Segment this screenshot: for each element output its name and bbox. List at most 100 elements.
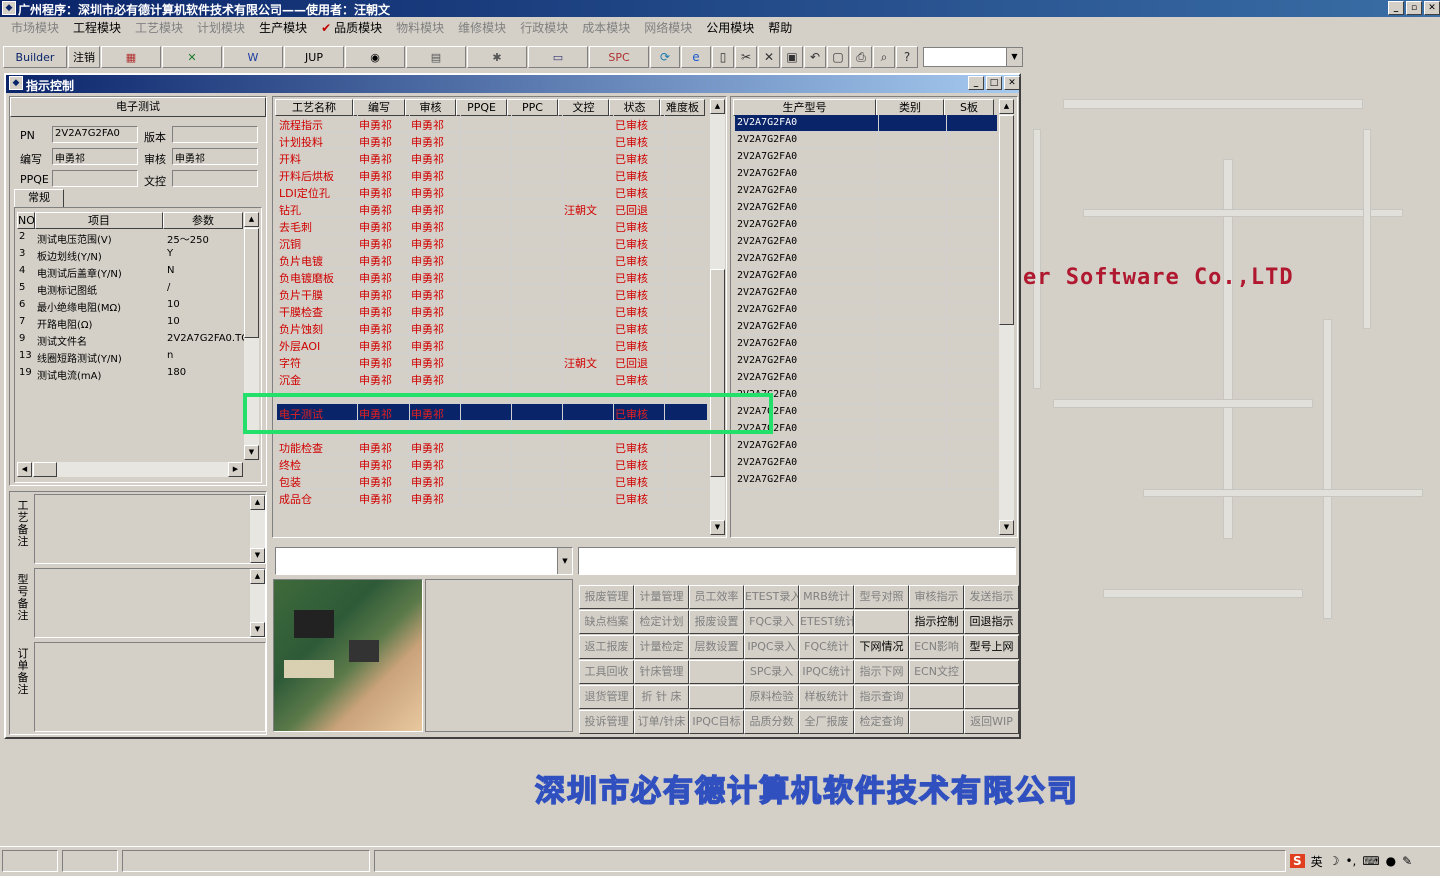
process-row[interactable]: 沉金 申勇祁 申勇祁 已审核 — [277, 370, 707, 387]
version-field[interactable] — [172, 126, 258, 143]
scroll-down-icon[interactable]: ▼ — [244, 445, 259, 460]
function-button[interactable]: 员工效率 — [689, 585, 744, 609]
model-row[interactable]: 2V2A7G2FA0 — [735, 353, 997, 370]
menu-item-8[interactable]: 行政模块 — [513, 19, 575, 36]
process-row[interactable]: 干膜检查 申勇祁 申勇祁 已审核 — [277, 302, 707, 319]
internet-icon[interactable]: e — [681, 46, 711, 68]
process-row[interactable]: 负片蚀刻 申勇祁 申勇祁 已审核 — [277, 319, 707, 336]
function-button[interactable]: 回退指示 — [964, 610, 1019, 634]
function-button[interactable]: ETEST统计 — [799, 610, 854, 634]
function-button[interactable]: 返回WIP — [964, 710, 1019, 734]
ppqe-field[interactable] — [52, 170, 138, 187]
process-note-field[interactable]: ▲ ▼ — [34, 494, 266, 564]
function-button[interactable]: 报废管理 — [579, 585, 634, 609]
function-button[interactable]: 工具回收 — [579, 660, 634, 684]
param-row[interactable]: 2 测试电压范围(V) 25～250 — [17, 229, 250, 246]
scroll-down-icon[interactable]: ▼ — [999, 520, 1014, 535]
param-row[interactable]: 6 最小绝缘电阻(MΩ) 10 — [17, 297, 250, 314]
process-row[interactable]: 功能检查 申勇祁 申勇祁 已审核 — [277, 438, 707, 455]
toolbar-combo[interactable]: ▼ — [923, 47, 1023, 67]
model-row[interactable]: 2V2A7G2FA0 — [735, 268, 997, 285]
function-button[interactable]: 报废设置 — [689, 610, 744, 634]
control-field[interactable] — [172, 170, 258, 187]
menu-item-2[interactable]: 工艺模块 — [128, 19, 190, 36]
model-vscroll-thumb[interactable] — [999, 115, 1014, 325]
process-row[interactable]: 终检 申勇祁 申勇祁 已审核 — [277, 455, 707, 472]
function-button[interactable]: MRB统计 — [799, 585, 854, 609]
function-button[interactable]: 指示下网 — [854, 660, 909, 684]
params-hscroll-thumb[interactable] — [33, 462, 57, 477]
param-row[interactable]: 3 板边划线(Y/N) Y — [17, 246, 250, 263]
pn-field[interactable]: 2V2A7G2FA0 — [52, 126, 138, 143]
scroll-right-icon[interactable]: ▶ — [228, 462, 243, 477]
function-button[interactable]: 针床管理 — [634, 660, 689, 684]
process-row[interactable]: 字符 申勇祁 申勇祁 汪朝文 已回退 — [277, 353, 707, 370]
function-button[interactable]: IPQC目标 — [689, 710, 744, 734]
param-row[interactable]: 5 电测标记图纸 / — [17, 280, 250, 297]
function-button[interactable]: 检定查询 — [854, 710, 909, 734]
model-row[interactable]: 2V2A7G2FA0 — [735, 217, 997, 234]
function-button[interactable]: 全厂报废 — [799, 710, 854, 734]
function-button[interactable]: 型号对照 — [854, 585, 909, 609]
function-button[interactable]: 品质分数 — [744, 710, 799, 734]
process-row[interactable]: 流程指示 申勇祁 申勇祁 已审核 — [277, 115, 707, 132]
model-row[interactable]: 2V2A7G2FA0 — [735, 183, 997, 200]
computer-icon[interactable]: ▭ — [528, 46, 588, 68]
preview-icon[interactable]: ▢ — [827, 46, 849, 68]
database-icon[interactable]: ▤ — [406, 46, 466, 68]
menu-item-4[interactable]: 生产模块 — [252, 19, 314, 36]
param-row[interactable]: 19 测试电流(mA) 180 — [17, 365, 250, 382]
spc-button[interactable]: SPC — [589, 46, 649, 68]
function-button[interactable] — [689, 685, 744, 709]
process-row[interactable]: 外层AOI 申勇祁 申勇祁 已审核 — [277, 336, 707, 353]
process-row[interactable]: 包装 申勇祁 申勇祁 已审核 — [277, 472, 707, 489]
delete-icon[interactable]: ✕ — [758, 46, 780, 68]
window-maximize-button[interactable]: □ — [986, 76, 1002, 90]
function-button[interactable]: 缺点档案 — [579, 610, 634, 634]
function-button[interactable]: 原料检验 — [744, 685, 799, 709]
model-row[interactable]: 2V2A7G2FA0 — [735, 455, 997, 472]
help-icon[interactable]: ? — [896, 46, 918, 68]
model-row[interactable]: 2V2A7G2FA0 — [735, 472, 997, 489]
user-icon[interactable]: ● — [1386, 854, 1396, 868]
bottom-left-combo[interactable]: ▼ — [275, 547, 573, 575]
process-row[interactable]: 钻孔 申勇祁 申勇祁 汪朝文 已回退 — [277, 200, 707, 217]
model-row[interactable]: 2V2A7G2FA0 — [735, 200, 997, 217]
moon-icon[interactable]: ☽ — [1329, 854, 1340, 868]
bottom-right-field[interactable] — [578, 547, 1016, 575]
tab-general[interactable]: 常规 — [14, 189, 64, 207]
process-vscroll-thumb[interactable] — [710, 269, 725, 477]
function-button[interactable]: 退货管理 — [579, 685, 634, 709]
tools-icon[interactable]: ✎ — [1402, 854, 1412, 868]
process-row[interactable]: 计划投料 申勇祁 申勇祁 已审核 — [277, 132, 707, 149]
param-row[interactable]: 4 电测试后盖章(Y/N) N — [17, 263, 250, 280]
function-button[interactable]: 订单/针床 — [634, 710, 689, 734]
scroll-up-icon[interactable]: ▲ — [999, 99, 1014, 114]
cut-icon[interactable]: ✂ — [735, 46, 757, 68]
word-icon[interactable]: W — [223, 46, 283, 68]
process-row[interactable]: 沉铜 申勇祁 申勇祁 已审核 — [277, 234, 707, 251]
model-note-scroll[interactable]: ▲ ▼ — [250, 569, 265, 637]
model-row[interactable]: 2V2A7G2FA0 — [735, 438, 997, 455]
process-row[interactable]: 负电镀磨板 申勇祁 申勇祁 已审核 — [277, 268, 707, 285]
function-button[interactable] — [909, 685, 964, 709]
function-button[interactable]: FQC统计 — [799, 635, 854, 659]
keyboard-icon[interactable]: ⌨ — [1362, 854, 1379, 868]
function-button[interactable]: 计量管理 — [634, 585, 689, 609]
function-button[interactable] — [964, 660, 1019, 684]
menu-item-3[interactable]: 计划模块 — [190, 19, 252, 36]
process-row[interactable]: 成品仓 申勇祁 申勇祁 已审核 — [277, 489, 707, 506]
menu-item-5[interactable]: ✔ 品质模块 — [314, 19, 389, 36]
function-button[interactable]: 样板统计 — [799, 685, 854, 709]
menu-item-11[interactable]: 公用模块 — [699, 19, 761, 36]
model-row[interactable]: 2V2A7G2FA0 — [735, 387, 997, 404]
function-button[interactable]: IPQC录入 — [744, 635, 799, 659]
process-row[interactable]: 开料后烘板 申勇祁 申勇祁 已审核 — [277, 166, 707, 183]
scroll-up-icon[interactable]: ▲ — [710, 99, 725, 114]
process-row[interactable]: 去毛刺 申勇祁 申勇祁 已审核 — [277, 217, 707, 234]
scroll-down-icon[interactable]: ▼ — [250, 622, 265, 637]
process-row[interactable]: 负片电镀 申勇祁 申勇祁 已审核 — [277, 251, 707, 268]
builder-button[interactable]: Builder — [3, 46, 67, 68]
scroll-left-icon[interactable]: ◀ — [17, 462, 32, 477]
function-button[interactable]: 检定计划 — [634, 610, 689, 634]
